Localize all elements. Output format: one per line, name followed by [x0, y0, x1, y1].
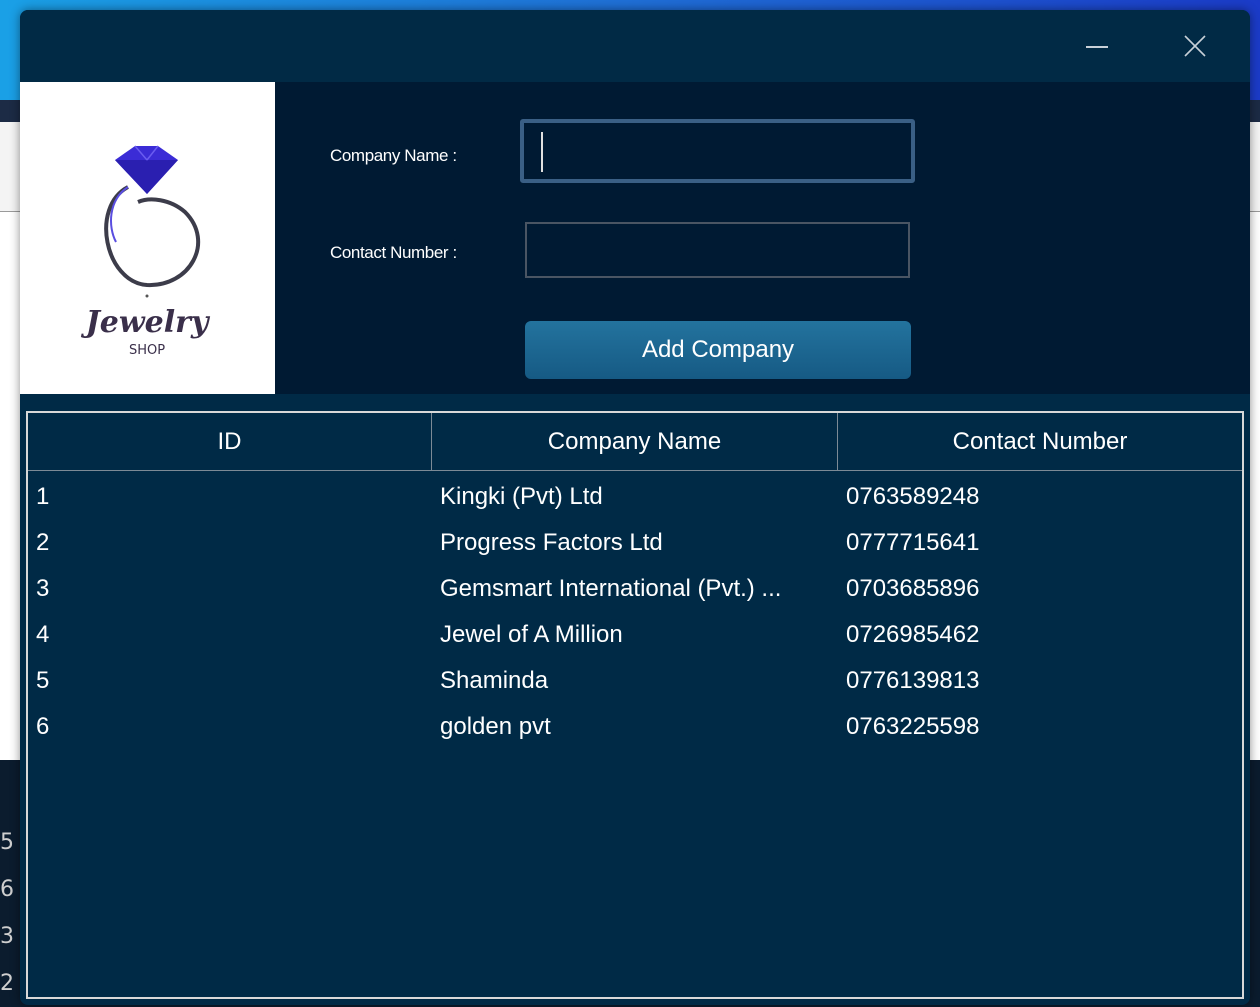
column-header-id[interactable]: ID: [28, 413, 432, 471]
cell-id: 5: [36, 667, 50, 694]
cell-id: 3: [36, 575, 50, 602]
cell-company-name: Gemsmart International (Pvt.) ...: [440, 575, 782, 602]
table-row[interactable]: 5 Shaminda 0776139813: [28, 658, 1242, 704]
cell-contact-number: 0763589248: [846, 483, 980, 510]
column-header-company-name[interactable]: Company Name: [432, 413, 838, 471]
cell-company-name: Jewel of A Million: [440, 621, 623, 648]
contact-number-input[interactable]: [525, 222, 910, 278]
cell-contact-number: 0726985462: [846, 621, 980, 648]
cell-contact-number: 0763225598: [846, 713, 980, 740]
cell-id: 4: [36, 621, 50, 648]
company-name-label: Company Name :: [330, 146, 457, 165]
table-row[interactable]: 2 Progress Factors Ltd 0777715641: [28, 520, 1242, 566]
company-name-input[interactable]: [520, 119, 915, 183]
contact-number-label: Contact Number :: [330, 243, 457, 262]
table-row[interactable]: 4 Jewel of A Million 0726985462: [28, 612, 1242, 658]
add-company-dialog: Jewelry SHOP Company Name : Contact Numb…: [20, 10, 1250, 1005]
minimize-icon[interactable]: [1074, 24, 1120, 70]
text-caret: [541, 132, 543, 172]
background-row-number: 2: [0, 971, 14, 996]
column-header-contact-number[interactable]: Contact Number: [838, 413, 1242, 471]
table-row[interactable]: 6 golden pvt 0763225598: [28, 704, 1242, 750]
cell-contact-number: 0777715641: [846, 529, 980, 556]
cell-id: 1: [36, 483, 50, 510]
background-row-number: 5: [0, 830, 14, 855]
company-table: ID Company Name Contact Number 1 Kingki …: [26, 411, 1244, 999]
svg-text:SHOP: SHOP: [129, 343, 165, 358]
cell-id: 6: [36, 713, 50, 740]
logo-panel: Jewelry SHOP: [20, 82, 275, 394]
background-row-number: 6: [0, 877, 14, 902]
cell-company-name: Kingki (Pvt) Ltd: [440, 483, 603, 510]
table-row[interactable]: 3 Gemsmart International (Pvt.) ... 0703…: [28, 566, 1242, 612]
cell-contact-number: 0703685896: [846, 575, 980, 602]
table-row[interactable]: 1 Kingki (Pvt) Ltd 0763589248: [28, 474, 1242, 520]
company-form: Company Name : Contact Number : Add Comp…: [275, 82, 1250, 394]
jewelry-shop-logo: Jewelry SHOP: [81, 145, 211, 358]
add-company-button[interactable]: Add Company: [525, 321, 911, 379]
svg-text:Jewelry: Jewelry: [81, 305, 211, 340]
cell-id: 2: [36, 529, 50, 556]
cell-company-name: golden pvt: [440, 713, 551, 740]
cell-company-name: Progress Factors Ltd: [440, 529, 663, 556]
background-row-number: 3: [0, 924, 14, 949]
close-icon[interactable]: [1172, 24, 1218, 70]
cell-contact-number: 0776139813: [846, 667, 980, 694]
cell-company-name: Shaminda: [440, 667, 549, 694]
table-header: ID Company Name Contact Number: [28, 413, 1242, 471]
title-bar[interactable]: [20, 10, 1250, 82]
